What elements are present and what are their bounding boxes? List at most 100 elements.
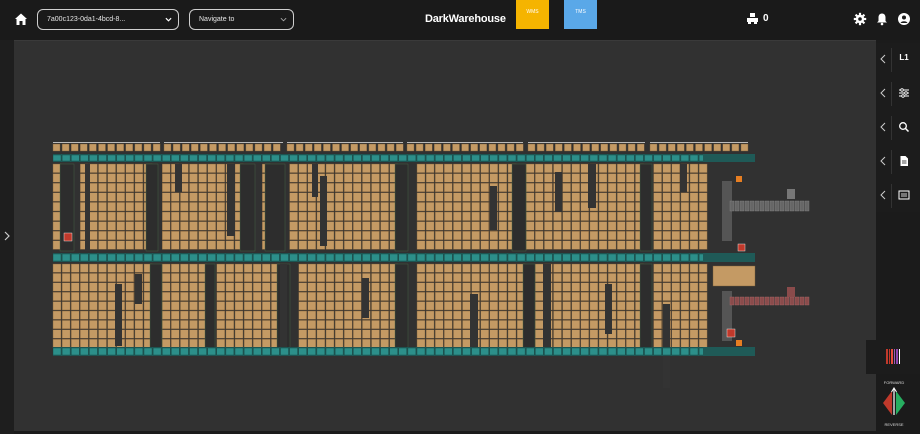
header-cell bbox=[200, 143, 208, 152]
rail-cell bbox=[334, 253, 344, 262]
storage-cell bbox=[325, 310, 335, 320]
filter-tool[interactable] bbox=[876, 79, 920, 109]
direction-control[interactable]: FORWARD REVERSE bbox=[874, 380, 914, 430]
storage-cell bbox=[353, 240, 362, 250]
storage-cell bbox=[89, 202, 98, 212]
robot-counter[interactable]: 0 bbox=[746, 12, 769, 25]
rail-cell bbox=[307, 347, 316, 356]
panel-tool[interactable] bbox=[876, 181, 920, 211]
conveyor-segment bbox=[789, 200, 795, 212]
navigate-select[interactable]: Navigate to bbox=[189, 9, 294, 30]
storage-cell bbox=[98, 202, 107, 212]
rail-cell bbox=[234, 154, 244, 162]
rail-cell bbox=[216, 347, 226, 356]
warehouse-map[interactable] bbox=[14, 40, 876, 431]
storage-cell bbox=[344, 192, 353, 202]
storage-cell bbox=[571, 282, 580, 292]
rail-cell bbox=[271, 253, 280, 262]
storage-cell bbox=[617, 211, 626, 221]
rail-cell bbox=[289, 253, 298, 262]
storage-cell bbox=[107, 320, 116, 329]
storage-cell bbox=[689, 230, 699, 240]
storage-cell bbox=[626, 282, 635, 292]
rail-cell bbox=[134, 154, 144, 162]
rail-cell bbox=[198, 347, 207, 356]
bell-icon[interactable] bbox=[875, 12, 889, 26]
storage-cell bbox=[662, 173, 671, 183]
storage-cell bbox=[353, 163, 362, 173]
rail-cell bbox=[334, 347, 344, 356]
storage-cell bbox=[435, 282, 444, 292]
storage-cell bbox=[626, 173, 635, 183]
storage-cell bbox=[371, 173, 380, 183]
storage-cell bbox=[89, 282, 98, 292]
rail-cell bbox=[371, 347, 380, 356]
conveyor-segment bbox=[799, 200, 805, 212]
header-cell bbox=[677, 143, 685, 152]
rail-cell bbox=[280, 347, 289, 356]
storage-cell bbox=[198, 192, 207, 202]
conveyor-segment bbox=[764, 200, 770, 212]
storage-cell bbox=[71, 263, 80, 273]
storage-cell bbox=[298, 173, 307, 183]
rail-cell bbox=[316, 154, 326, 162]
storage-cell bbox=[571, 202, 580, 212]
storage-cell bbox=[698, 320, 708, 329]
storage-cell bbox=[262, 301, 271, 311]
header-cell bbox=[425, 143, 433, 152]
document-tool[interactable] bbox=[876, 147, 920, 177]
rail-cell bbox=[653, 347, 662, 356]
storage-cell bbox=[617, 163, 626, 173]
storage-cell bbox=[71, 320, 80, 329]
storage-cell bbox=[698, 291, 708, 301]
conveyor-segment bbox=[774, 296, 780, 306]
storage-cell bbox=[134, 230, 144, 240]
conveyor-segment bbox=[779, 200, 785, 212]
storage-cell bbox=[562, 240, 571, 250]
storage-cell bbox=[298, 202, 307, 212]
gear-icon[interactable] bbox=[853, 12, 867, 26]
tab-tms[interactable]: TMS bbox=[564, 0, 597, 29]
storage-cell bbox=[61, 263, 71, 273]
storage-cell bbox=[353, 263, 362, 273]
storage-cell bbox=[535, 221, 544, 231]
storage-cell bbox=[607, 221, 617, 231]
storage-cell bbox=[617, 320, 626, 329]
storage-cell bbox=[371, 182, 380, 192]
storage-cell bbox=[243, 310, 253, 320]
level-selector[interactable]: L1 bbox=[876, 45, 920, 75]
storage-cell bbox=[125, 192, 135, 202]
storage-cell bbox=[544, 230, 553, 240]
storage-cell bbox=[553, 273, 562, 282]
rail-cell bbox=[444, 347, 453, 356]
header-cell bbox=[627, 143, 636, 152]
storage-cell bbox=[380, 329, 389, 339]
storage-cell bbox=[344, 320, 353, 329]
storage-cell bbox=[161, 282, 171, 292]
device-select[interactable]: 7a00c123-0da1-4bcd-8... bbox=[37, 9, 179, 30]
storage-cell bbox=[161, 301, 171, 311]
tab-wms[interactable]: WMS bbox=[516, 0, 549, 29]
search-tool[interactable] bbox=[876, 113, 920, 143]
storage-cell bbox=[134, 163, 144, 173]
header-cell bbox=[731, 143, 740, 152]
storage-cell bbox=[653, 310, 662, 320]
storage-cell bbox=[680, 310, 690, 320]
left-drawer-toggle[interactable] bbox=[0, 40, 14, 434]
storage-cell bbox=[617, 182, 626, 192]
block-edge bbox=[650, 142, 748, 143]
conveyor-segment bbox=[734, 296, 740, 306]
warehouse-map-svg[interactable] bbox=[14, 41, 876, 432]
storage-cell bbox=[380, 182, 389, 192]
storage-cell bbox=[626, 291, 635, 301]
storage-cell bbox=[435, 273, 444, 282]
storage-cell bbox=[507, 273, 517, 282]
account-icon[interactable] bbox=[897, 12, 911, 26]
barcode-button[interactable] bbox=[866, 340, 920, 374]
storage-cell bbox=[243, 320, 253, 329]
storage-cell bbox=[189, 301, 198, 311]
home-icon[interactable] bbox=[13, 11, 29, 27]
storage-cell bbox=[671, 173, 680, 183]
direction-toggle-icon[interactable] bbox=[874, 385, 914, 421]
storage-cell bbox=[125, 263, 135, 273]
